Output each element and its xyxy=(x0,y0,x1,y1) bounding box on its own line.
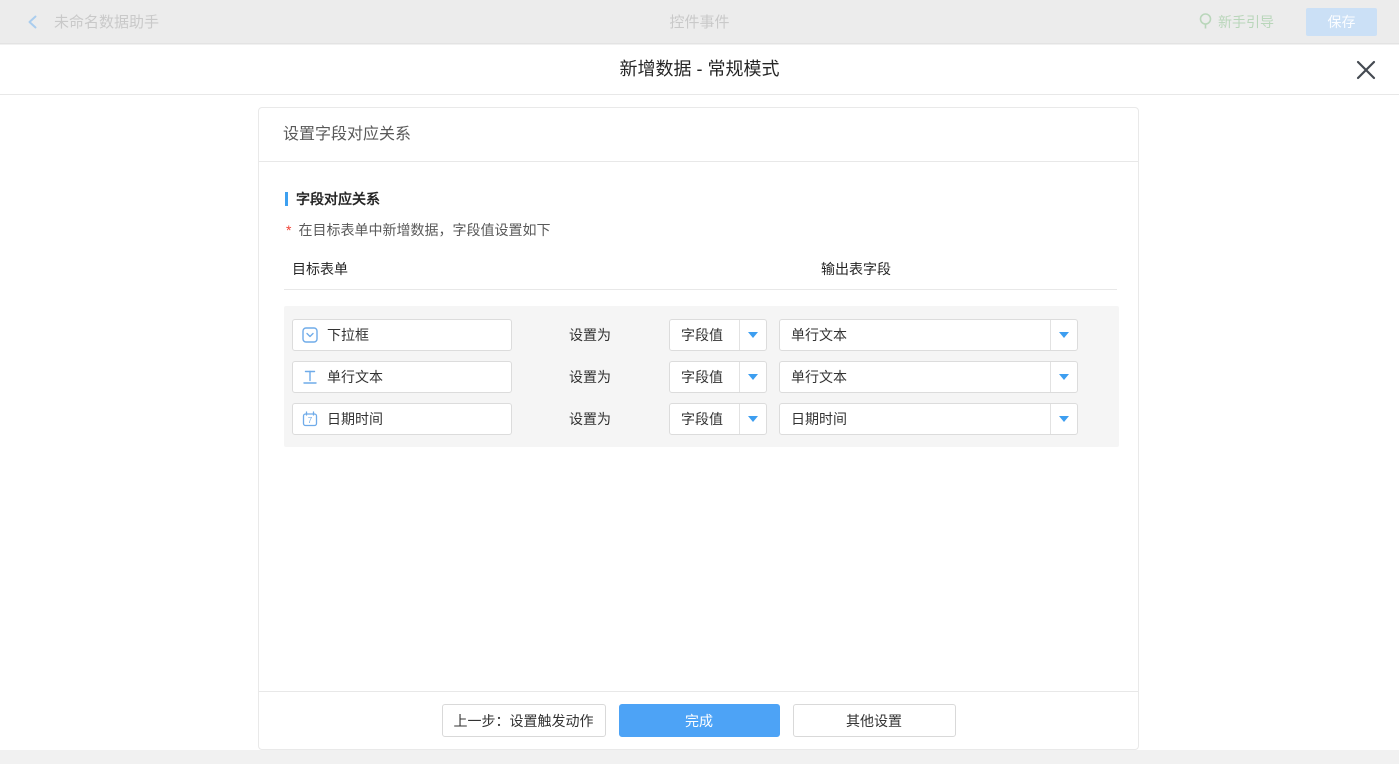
caret-cell[interactable] xyxy=(739,362,766,392)
modal-title: 新增数据 - 常规模式 xyxy=(0,45,1399,93)
column-headers: 目标表单 输出表字段 xyxy=(284,259,1117,279)
output-field-select[interactable]: 日期时间 xyxy=(779,403,1078,435)
top-navbar: 未命名数据助手 控件事件 新手引导 保存 xyxy=(0,0,1399,44)
svg-text:7: 7 xyxy=(308,416,313,425)
modal-footer: 上一步：设置触发动作 完成 其他设置 xyxy=(259,691,1138,749)
caret-cell[interactable] xyxy=(739,320,766,350)
value-mode-selected: 字段值 xyxy=(670,325,739,345)
output-field-select[interactable]: 单行文本 xyxy=(779,319,1078,351)
previous-step-button[interactable]: 上一步：设置触发动作 xyxy=(442,704,606,737)
chevron-down-icon xyxy=(1059,374,1069,380)
target-field-text: 单行文本 xyxy=(292,361,512,393)
field-mapping-card: 设置字段对应关系 字段对应关系 * 在目标表单中新增数据，字段值设置如下 目标表… xyxy=(258,107,1139,750)
chevron-down-icon xyxy=(748,416,758,422)
section-title: 字段对应关系 xyxy=(285,189,1117,209)
field-label: 下拉框 xyxy=(327,325,369,345)
set-as-label: 设置为 xyxy=(569,409,611,429)
column-header-output-fields: 输出表字段 xyxy=(821,259,891,279)
save-button[interactable]: 保存 xyxy=(1306,8,1377,36)
value-mode-selected: 字段值 xyxy=(670,367,739,387)
calendar-icon: 7 xyxy=(302,411,318,427)
caret-cell[interactable] xyxy=(739,404,766,434)
chevron-down-icon xyxy=(1059,416,1069,422)
mapping-row: 下拉框 设置为 字段值 单行文本 xyxy=(292,319,1111,351)
modal-header: 新增数据 - 常规模式 xyxy=(0,45,1399,95)
required-note: * 在目标表单中新增数据，字段值设置如下 xyxy=(286,220,1117,240)
mapping-row: 单行文本 设置为 字段值 单行文本 xyxy=(292,361,1111,393)
set-as-label: 设置为 xyxy=(569,367,611,387)
done-button[interactable]: 完成 xyxy=(619,704,780,737)
field-label: 单行文本 xyxy=(327,367,383,387)
add-data-modal: 新增数据 - 常规模式 设置字段对应关系 字段对应关系 * 在目标表单中新增数据… xyxy=(0,45,1399,750)
card-header-title: 设置字段对应关系 xyxy=(259,108,1138,162)
set-as-label: 设置为 xyxy=(569,325,611,345)
required-note-text: 在目标表单中新增数据，字段值设置如下 xyxy=(298,220,550,240)
mapping-row: 7 日期时间 设置为 字段值 日期时间 xyxy=(292,403,1111,435)
output-field-select[interactable]: 单行文本 xyxy=(779,361,1078,393)
section-label: 字段对应关系 xyxy=(296,189,380,209)
text-icon xyxy=(302,369,318,385)
mapping-rows-panel: 下拉框 设置为 字段值 单行文本 xyxy=(284,306,1119,447)
value-mode-select[interactable]: 字段值 xyxy=(669,361,767,393)
value-mode-selected: 字段值 xyxy=(670,409,739,429)
value-mode-select[interactable]: 字段值 xyxy=(669,403,767,435)
caret-cell[interactable] xyxy=(1050,362,1077,392)
required-asterisk: * xyxy=(286,222,291,238)
guide-label: 新手引导 xyxy=(1218,12,1274,32)
target-field-dropdown: 下拉框 xyxy=(292,319,512,351)
bulb-icon xyxy=(1199,13,1212,30)
caret-cell[interactable] xyxy=(1050,320,1077,350)
back-group[interactable]: 未命名数据助手 xyxy=(26,11,159,32)
value-mode-select[interactable]: 字段值 xyxy=(669,319,767,351)
chevron-down-icon xyxy=(748,332,758,338)
chevron-down-icon xyxy=(1059,332,1069,338)
assistant-title: 未命名数据助手 xyxy=(54,11,159,32)
chevron-down-icon xyxy=(748,374,758,380)
dropdown-icon xyxy=(302,327,318,343)
output-field-selected: 日期时间 xyxy=(780,409,1050,429)
other-settings-button[interactable]: 其他设置 xyxy=(793,704,956,737)
topbar-center-title: 控件事件 xyxy=(0,11,1399,32)
close-icon xyxy=(1353,57,1379,83)
caret-cell[interactable] xyxy=(1050,404,1077,434)
column-header-divider xyxy=(284,289,1117,290)
target-field-datetime: 7 日期时间 xyxy=(292,403,512,435)
back-chevron-icon[interactable] xyxy=(26,15,40,29)
beginner-guide-link[interactable]: 新手引导 xyxy=(1199,12,1274,32)
close-button[interactable] xyxy=(1353,57,1379,83)
column-header-target-form: 目标表单 xyxy=(292,259,348,279)
output-field-selected: 单行文本 xyxy=(780,367,1050,387)
field-label: 日期时间 xyxy=(327,409,383,429)
output-field-selected: 单行文本 xyxy=(780,325,1050,345)
section-accent-bar xyxy=(285,192,288,206)
